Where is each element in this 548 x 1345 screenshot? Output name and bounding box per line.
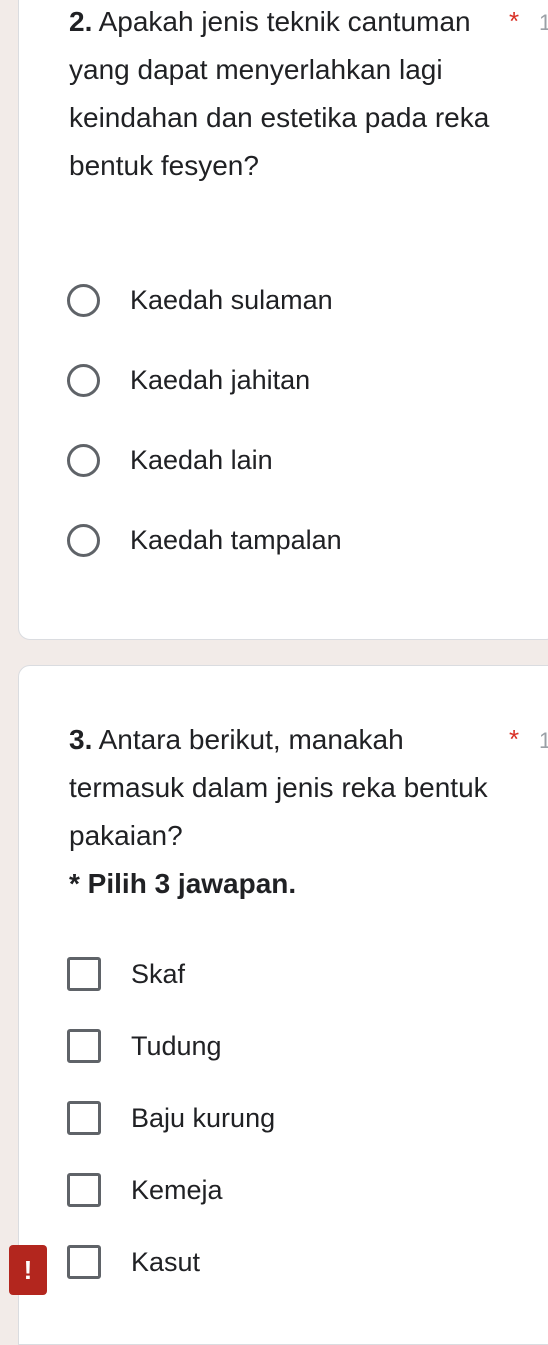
radio-option[interactable]: Kaedah sulaman [67, 274, 333, 326]
checkbox[interactable] [67, 1029, 101, 1063]
cut-off-text: 1 [539, 728, 548, 753]
instruction-note: * Pilih 3 jawapan. [69, 868, 297, 899]
radio-button[interactable] [67, 283, 100, 317]
question-text: Apakah jenis teknik cantuman yang dapat … [69, 6, 490, 181]
radio-button[interactable] [67, 443, 100, 477]
question-text: Antara berikut, manakah termasuk dalam j… [69, 724, 488, 851]
checkbox-option[interactable]: Kasut [67, 1236, 200, 1288]
question-title: 3. Antara berikut, manakah termasuk dala… [69, 716, 499, 860]
option-label: Skaf [131, 958, 186, 989]
required-star: * [509, 6, 520, 36]
radio-option[interactable]: Kaedah lain [67, 434, 273, 486]
option-label: Baju kurung [131, 1102, 276, 1133]
question-card-2: 2. Apakah jenis teknik cantuman yang dap… [18, 0, 548, 640]
radio-button[interactable] [67, 523, 100, 557]
option-label: Kaedah lain [130, 444, 273, 475]
checkbox-option[interactable]: Tudung [67, 1020, 222, 1072]
radio-option[interactable]: Kaedah jahitan [67, 354, 310, 406]
option-label: Tudung [131, 1030, 222, 1061]
error-badge-label: ! [23, 1254, 33, 1285]
option-label: Kemeja [131, 1174, 223, 1205]
cut-off-text: 1 [539, 10, 548, 35]
question-number: 2. [69, 6, 93, 37]
question-number: 3. [69, 724, 93, 755]
question-title: 2. Apakah jenis teknik cantuman yang dap… [69, 0, 499, 190]
checkbox[interactable] [67, 1101, 101, 1135]
option-label: Kaedah sulaman [130, 284, 333, 315]
checkbox-option[interactable]: Kemeja [67, 1164, 223, 1216]
option-label: Kasut [131, 1246, 201, 1277]
error-icon: ! [9, 1245, 47, 1295]
radio-button[interactable] [67, 363, 100, 397]
checkbox-option[interactable]: Skaf [67, 948, 185, 1000]
radio-option[interactable]: Kaedah tampalan [67, 514, 342, 566]
checkbox-option[interactable]: Baju kurung [67, 1092, 275, 1144]
checkbox[interactable] [67, 957, 101, 991]
option-label: Kaedah jahitan [130, 364, 311, 395]
checkbox[interactable] [67, 1173, 101, 1207]
required-star: * [509, 724, 520, 754]
option-label: Kaedah tampalan [130, 524, 342, 555]
question-card-3: 3. Antara berikut, manakah termasuk dala… [18, 665, 548, 1345]
checkbox[interactable] [67, 1245, 101, 1279]
